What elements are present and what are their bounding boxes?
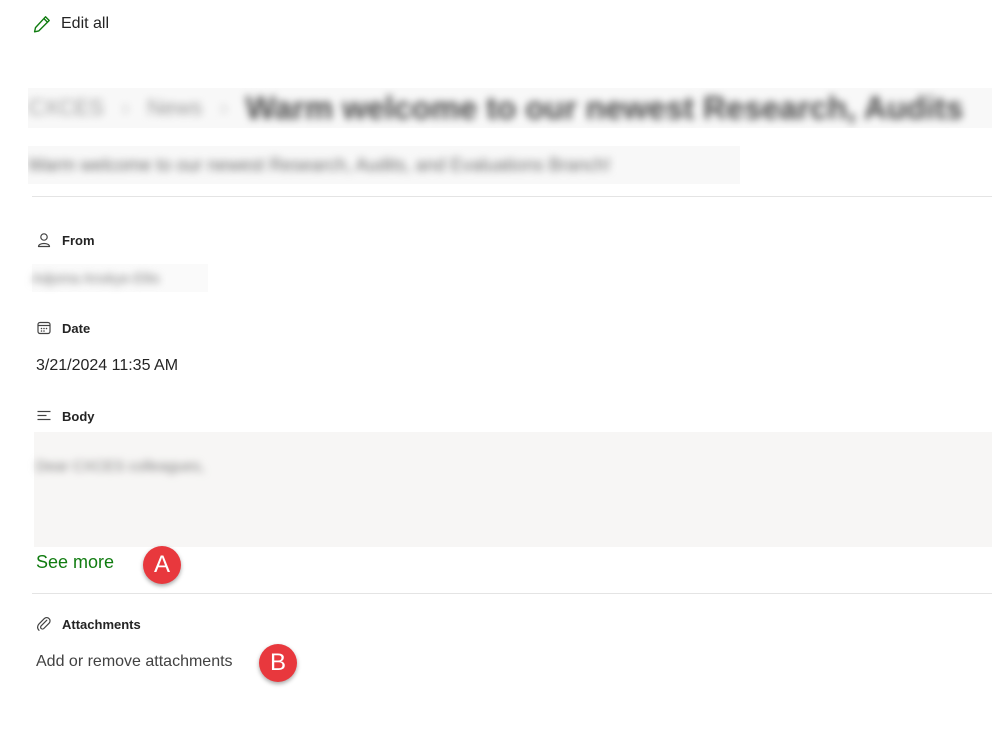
edit-all-label: Edit all	[61, 15, 110, 32]
item-subtitle: Warm welcome to our newest Research, Aud…	[28, 146, 740, 184]
body-label: Body	[62, 408, 95, 424]
text-lines-icon	[36, 408, 52, 424]
breadcrumb-list[interactable]: News	[147, 95, 202, 121]
body-field-label: Body	[36, 408, 95, 424]
calendar-icon	[36, 320, 52, 336]
see-more-link[interactable]: See more	[36, 552, 114, 573]
add-remove-attachments-link[interactable]: Add or remove attachments	[36, 653, 233, 671]
date-label: Date	[62, 320, 91, 336]
person-icon	[36, 232, 52, 248]
edit-all-button[interactable]: Edit all	[32, 14, 109, 34]
page-title: Warm welcome to our newest Research, Aud…	[245, 89, 964, 126]
pencil-icon	[32, 14, 52, 34]
body-text: Dear CXCES colleagues,	[36, 458, 205, 475]
date-value[interactable]: 3/21/2024 11:35 AM	[36, 357, 178, 375]
item-subtitle-text: Warm welcome to our newest Research, Aud…	[28, 154, 611, 175]
breadcrumb-site[interactable]: CXCES	[28, 95, 104, 121]
divider	[32, 593, 992, 594]
from-value-text: Adjoma Anokye-Ellis	[32, 270, 160, 286]
annotation-marker-a: A	[143, 546, 181, 584]
attachments-label: Attachments	[62, 616, 141, 632]
page-title-row: CXCES › News › Warm welcome to our newes…	[28, 88, 992, 128]
breadcrumb-separator: ›	[220, 95, 228, 120]
from-field-label: From	[36, 232, 95, 248]
body-content[interactable]: Dear CXCES colleagues,	[34, 432, 992, 547]
date-field-label: Date	[36, 320, 90, 336]
divider	[32, 196, 992, 197]
from-value[interactable]: Adjoma Anokye-Ellis	[32, 264, 208, 292]
annotation-marker-b: B	[259, 644, 297, 682]
from-label: From	[62, 232, 95, 248]
paperclip-icon	[36, 616, 52, 632]
attachments-field-label: Attachments	[36, 616, 141, 632]
breadcrumb-separator: ›	[121, 95, 130, 120]
